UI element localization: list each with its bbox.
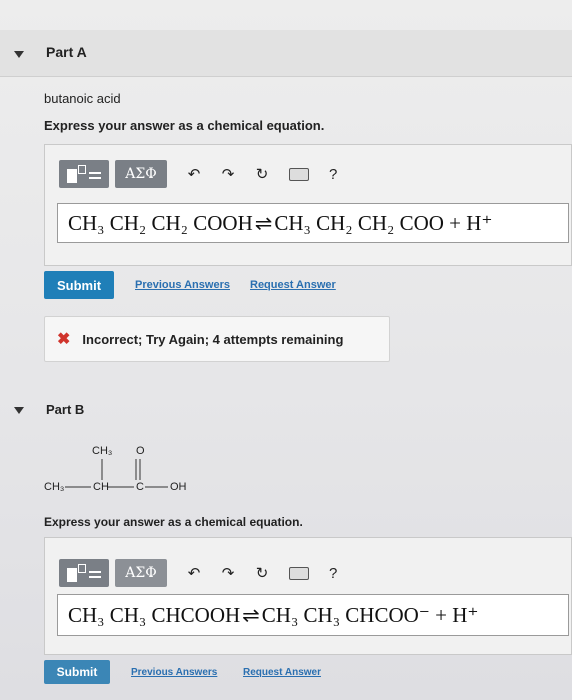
collapse-caret-icon[interactable] bbox=[14, 51, 24, 58]
error-icon: ✖ bbox=[57, 331, 71, 348]
request-answer-link-b[interactable]: Request Answer bbox=[243, 667, 321, 678]
templates-button[interactable] bbox=[59, 559, 109, 587]
answer-product: CH₃ CH₃ CHCOO⁻ + H⁺ bbox=[261, 602, 479, 627]
redo-icon[interactable]: ↷ bbox=[219, 165, 237, 183]
keyboard-icon[interactable] bbox=[289, 167, 309, 181]
answer-editor-b: ΑΣΦ ↶ ↷ ↻ ? CH₃ CH₃ CHCOOH ⇌ CH₃ CH₃ CHC… bbox=[44, 537, 572, 655]
answer-product: CH₃ CH₂ CH₂ COO + H⁺ bbox=[274, 210, 493, 235]
instruction-text: Express your answer as a chemical equati… bbox=[44, 118, 325, 133]
feedback-box: ✖ Incorrect; Try Again; 4 attempts remai… bbox=[44, 316, 390, 362]
templates-button[interactable] bbox=[59, 160, 109, 188]
editor-toolbar: ΑΣΦ ↶ ↷ ↻ ? bbox=[59, 159, 337, 189]
part-b-header[interactable]: Part B bbox=[0, 386, 572, 432]
equilibrium-arrow: ⇌ bbox=[254, 210, 273, 235]
instruction-text-b: Express your answer as a chemical equati… bbox=[44, 515, 303, 529]
part-a-header[interactable]: Part A bbox=[0, 30, 572, 77]
answer-input-b[interactable]: CH₃ CH₃ CHCOOH ⇌ CH₃ CH₃ CHCOO⁻ + H⁺ bbox=[57, 594, 569, 636]
equilibrium-arrow: ⇌ bbox=[242, 602, 260, 627]
help-button[interactable]: ? bbox=[329, 565, 337, 582]
previous-answers-link[interactable]: Previous Answers bbox=[135, 279, 230, 291]
submit-button[interactable]: Submit bbox=[44, 271, 114, 299]
reset-icon[interactable]: ↻ bbox=[253, 165, 271, 183]
undo-icon[interactable]: ↶ bbox=[185, 165, 203, 183]
greek-symbols-button[interactable]: ΑΣΦ bbox=[115, 559, 167, 587]
help-button[interactable]: ? bbox=[329, 166, 337, 183]
collapse-caret-icon[interactable] bbox=[14, 407, 24, 414]
greek-symbols-button[interactable]: ΑΣΦ bbox=[115, 160, 167, 188]
answer-editor: ΑΣΦ ↶ ↷ ↻ ? CH₃ CH₂ CH₂ COOH ⇌ CH₃ CH₂ C… bbox=[44, 144, 572, 266]
redo-icon[interactable]: ↷ bbox=[219, 564, 237, 582]
part-a-title: Part A bbox=[46, 44, 87, 60]
answer-reactant: CH₃ CH₂ CH₂ COOH bbox=[68, 210, 253, 235]
answer-reactant: CH₃ CH₃ CHCOOH bbox=[68, 602, 241, 627]
reset-icon[interactable]: ↻ bbox=[253, 564, 271, 582]
request-answer-link[interactable]: Request Answer bbox=[250, 279, 336, 291]
previous-answers-link-b[interactable]: Previous Answers bbox=[131, 667, 217, 678]
submit-button-b[interactable]: Submit bbox=[44, 660, 110, 684]
undo-icon[interactable]: ↶ bbox=[185, 564, 203, 582]
answer-input[interactable]: CH₃ CH₂ CH₂ COOH ⇌ CH₃ CH₂ CH₂ COO + H⁺ bbox=[57, 203, 569, 243]
part-b-title: Part B bbox=[46, 402, 85, 417]
feedback-message: Incorrect; Try Again; 4 attempts remaini… bbox=[82, 331, 344, 347]
keyboard-icon[interactable] bbox=[289, 566, 309, 580]
compound-name: butanoic acid bbox=[44, 91, 121, 106]
structure-bonds bbox=[65, 459, 168, 488]
editor-toolbar-b: ΑΣΦ ↶ ↷ ↻ ? bbox=[59, 558, 337, 588]
